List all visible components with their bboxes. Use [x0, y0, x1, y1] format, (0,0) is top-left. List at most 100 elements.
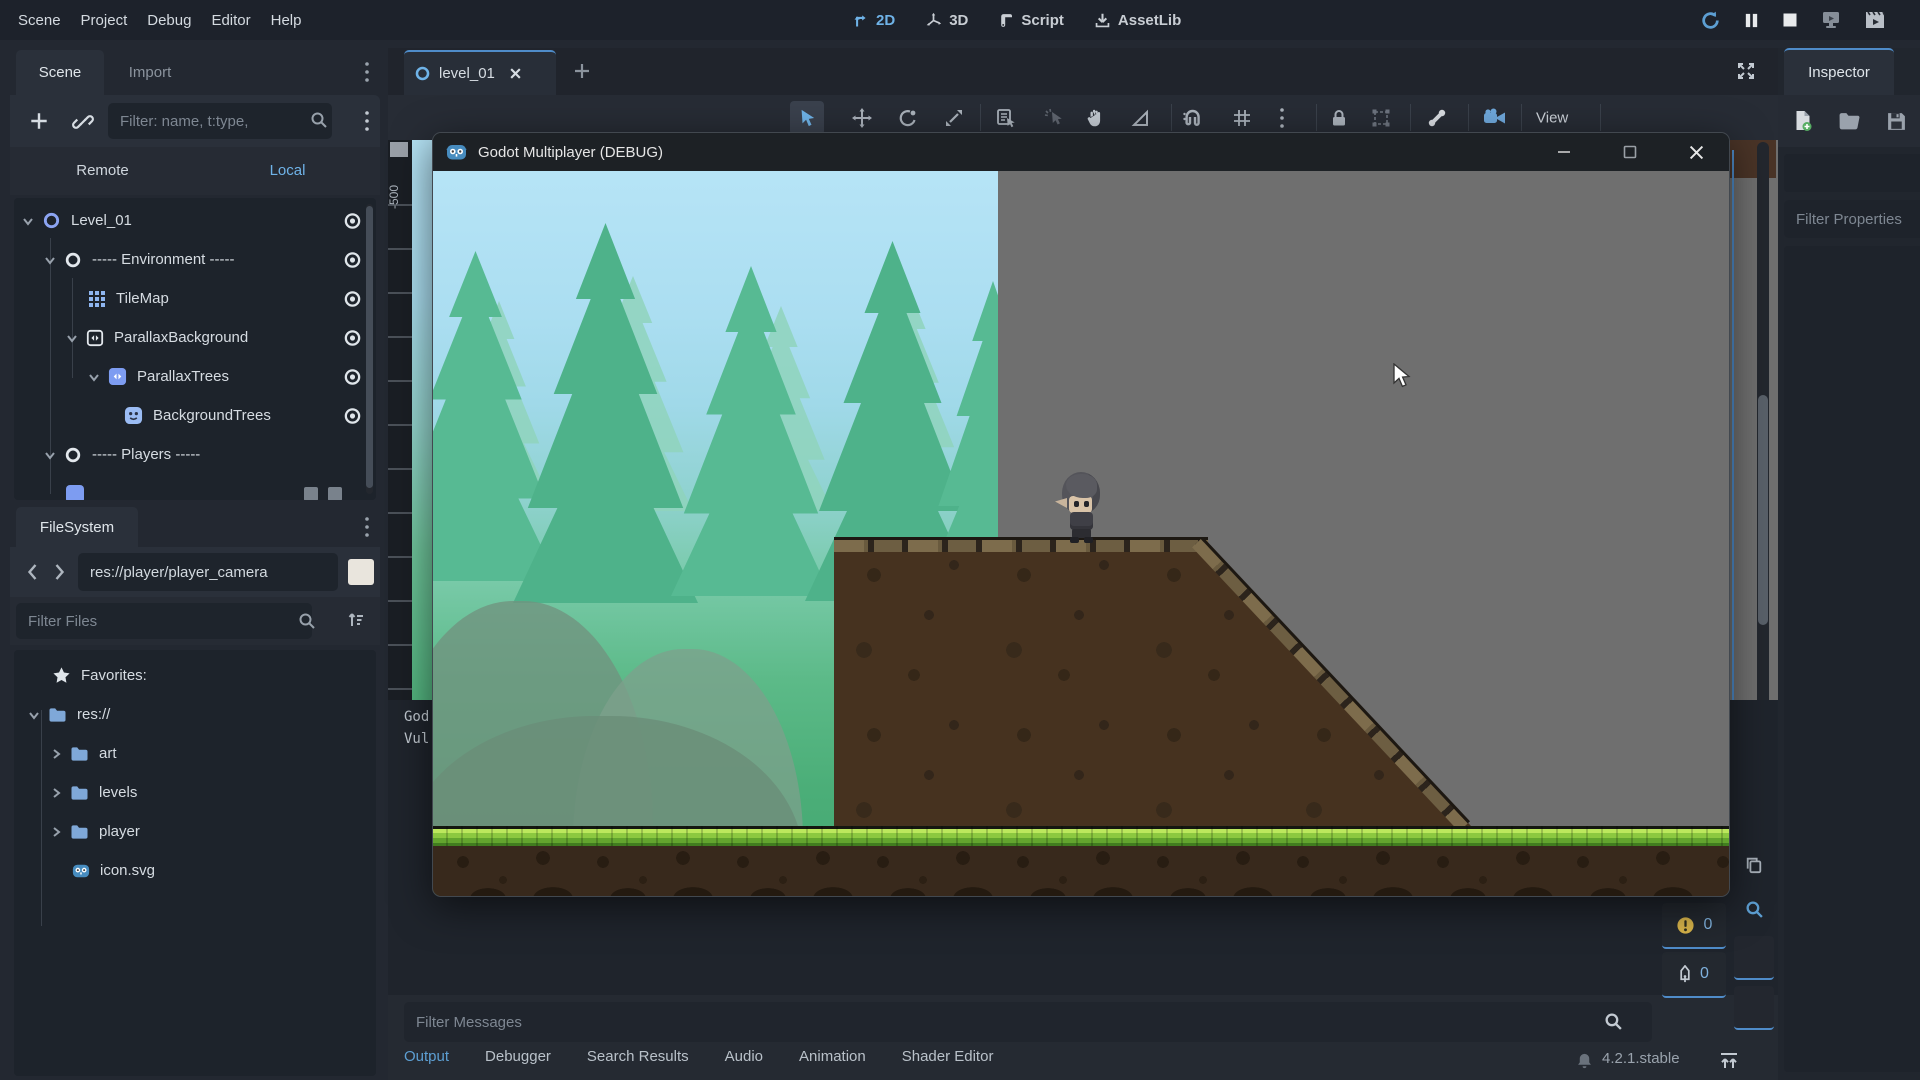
- debug-window-titlebar[interactable]: Godot Multiplayer (DEBUG): [433, 133, 1729, 171]
- folder-row-player[interactable]: player: [14, 812, 376, 851]
- tab-import[interactable]: Import: [106, 50, 194, 95]
- ruler-tool-icon[interactable]: [1130, 108, 1150, 128]
- visibility-eye-icon[interactable]: [343, 328, 362, 347]
- folder-row-levels[interactable]: levels: [14, 773, 376, 812]
- visibility-eye-icon[interactable]: [343, 250, 362, 269]
- lock-icon[interactable]: [1329, 108, 1349, 128]
- chevron-right-icon[interactable]: [50, 787, 62, 799]
- current-file-thumbnail[interactable]: [348, 559, 374, 585]
- chevron-down-icon[interactable]: [66, 332, 78, 344]
- tab-scene[interactable]: Scene: [16, 50, 104, 95]
- skeleton-bone-icon[interactable]: [1426, 107, 1448, 129]
- tree-row-backgroundtrees[interactable]: BackgroundTrees: [14, 396, 376, 435]
- copy-log-icon[interactable]: [1734, 846, 1774, 884]
- tab-search-results[interactable]: Search Results: [587, 1048, 689, 1065]
- debug-game-window[interactable]: Godot Multiplayer (DEBUG): [432, 132, 1730, 897]
- menu-debug[interactable]: Debug: [137, 12, 201, 29]
- chevron-down-icon[interactable]: [88, 371, 100, 383]
- sort-files-icon[interactable]: [346, 610, 366, 630]
- instance-scene-icon[interactable]: [72, 111, 94, 133]
- notifications-bell-icon[interactable]: [1576, 1052, 1593, 1070]
- workspace-script-button[interactable]: Script: [998, 12, 1064, 29]
- tab-audio[interactable]: Audio: [725, 1048, 763, 1065]
- forward-icon[interactable]: [53, 563, 66, 581]
- tab-inspector[interactable]: Inspector: [1784, 48, 1894, 95]
- visibility-eye-icon[interactable]: [343, 406, 362, 425]
- filter-messages-input[interactable]: [404, 1002, 1652, 1042]
- tree-row-players[interactable]: ----- Players -----: [14, 435, 376, 474]
- folder-row-art[interactable]: art: [14, 734, 376, 773]
- rotate-tool-icon[interactable]: [898, 108, 918, 128]
- tab-output[interactable]: Output: [404, 1048, 449, 1065]
- filter-files-input[interactable]: [16, 603, 312, 639]
- folder-row-res[interactable]: res://: [14, 695, 376, 734]
- new-resource-icon[interactable]: [1792, 110, 1813, 132]
- tab-animation[interactable]: Animation: [799, 1048, 866, 1065]
- visibility-eye-icon[interactable]: [343, 289, 362, 308]
- menu-scene[interactable]: Scene: [8, 12, 71, 29]
- movie-maker-button[interactable]: [1864, 10, 1886, 30]
- scale-tool-icon[interactable]: [944, 108, 964, 128]
- tab-shader-editor[interactable]: Shader Editor: [902, 1048, 994, 1065]
- new-scene-tab-icon[interactable]: [572, 61, 592, 81]
- scene-tree-menu-icon[interactable]: [364, 110, 370, 132]
- edit-count-badge[interactable]: 0: [1662, 952, 1726, 998]
- local-button[interactable]: Local: [195, 147, 380, 195]
- chevron-down-icon[interactable]: [44, 449, 56, 461]
- warning-count-badge[interactable]: 0: [1662, 903, 1726, 949]
- restart-button[interactable]: [1700, 10, 1721, 31]
- minimize-window-icon[interactable]: [1531, 133, 1597, 171]
- tree-row-partial[interactable]: [14, 474, 376, 500]
- workspace-2d-button[interactable]: 2D: [852, 12, 895, 29]
- load-resource-icon[interactable]: [1838, 112, 1861, 131]
- tab-node[interactable]: Node: [1898, 48, 1920, 95]
- camera-override-icon[interactable]: [1483, 108, 1507, 128]
- tab-debugger[interactable]: Debugger: [485, 1048, 551, 1065]
- chevron-down-icon[interactable]: [44, 254, 56, 266]
- save-icon[interactable]: [1886, 111, 1907, 132]
- filesystem-menu-icon[interactable]: [364, 516, 370, 538]
- remote-button[interactable]: Remote: [10, 147, 195, 195]
- close-tab-icon[interactable]: [509, 67, 522, 80]
- back-icon[interactable]: [26, 563, 39, 581]
- menu-help[interactable]: Help: [261, 12, 312, 29]
- group-icon[interactable]: [1371, 108, 1391, 128]
- file-row-icon-svg[interactable]: icon.svg: [14, 851, 376, 890]
- scene-filter-input[interactable]: [108, 103, 332, 139]
- scene-tree-scrollbar[interactable]: [366, 204, 373, 494]
- chevron-right-icon[interactable]: [50, 748, 62, 760]
- move-tool-icon[interactable]: [852, 108, 872, 128]
- visibility-eye-icon[interactable]: [343, 211, 362, 230]
- tree-row-parallaxbackground[interactable]: ParallaxBackground: [14, 318, 376, 357]
- tab-filesystem[interactable]: FileSystem: [16, 507, 138, 547]
- favorites-row[interactable]: Favorites:: [14, 656, 376, 695]
- tree-row-tilemap[interactable]: TileMap: [14, 279, 376, 318]
- smart-snap-icon[interactable]: [1182, 108, 1202, 128]
- list-select-icon[interactable]: [996, 108, 1016, 128]
- search-log-icon[interactable]: [1734, 890, 1774, 928]
- add-node-icon[interactable]: [28, 110, 50, 132]
- scene-dock-menu-icon[interactable]: [364, 61, 370, 83]
- grid-snap-icon[interactable]: [1232, 108, 1252, 128]
- stop-button[interactable]: [1782, 12, 1798, 28]
- maximize-window-icon[interactable]: [1597, 133, 1663, 171]
- menu-project[interactable]: Project: [71, 12, 138, 29]
- pan-tool-icon[interactable]: [1085, 108, 1105, 128]
- menu-editor[interactable]: Editor: [201, 12, 260, 29]
- filter-properties-input[interactable]: [1784, 200, 1920, 238]
- select-tool-button[interactable]: [790, 101, 824, 135]
- tree-row-level01[interactable]: Level_01: [14, 201, 376, 240]
- log-filter-toggle[interactable]: [1734, 936, 1774, 980]
- expand-viewport-icon[interactable]: [1736, 61, 1756, 81]
- node-history-bar[interactable]: [1784, 154, 1920, 192]
- close-window-icon[interactable]: [1663, 133, 1729, 171]
- workspace-assetlib-button[interactable]: AssetLib: [1094, 12, 1181, 29]
- remote-debug-icon[interactable]: [1820, 10, 1842, 30]
- tree-row-parallaxtrees[interactable]: ParallaxTrees: [14, 357, 376, 396]
- snap-options-menu-icon[interactable]: [1279, 107, 1285, 129]
- view-menu-button[interactable]: View: [1536, 109, 1568, 126]
- filesystem-path-field[interactable]: [78, 553, 338, 591]
- chevron-down-icon[interactable]: [28, 709, 40, 721]
- chevron-right-icon[interactable]: [50, 826, 62, 838]
- tab-level-01[interactable]: level_01: [404, 50, 556, 95]
